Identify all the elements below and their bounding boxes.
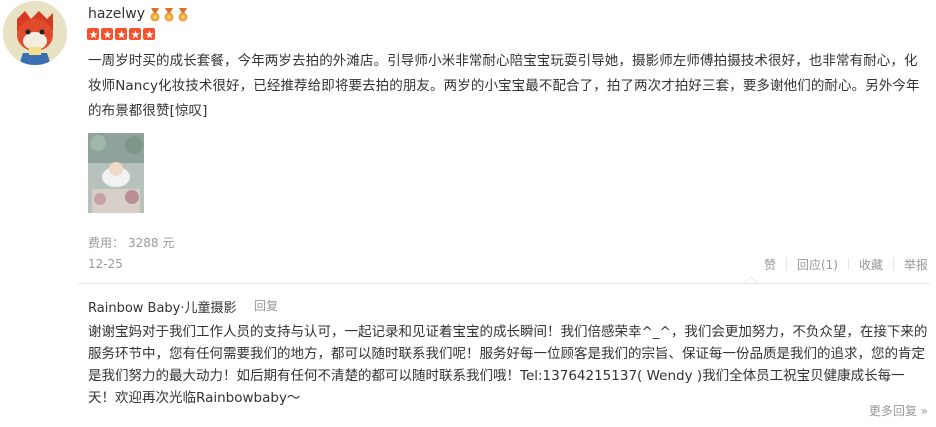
price-line: 费用： 3288 元: [88, 234, 178, 251]
review-photo-thumbnail[interactable]: [88, 133, 144, 213]
reply-tag: 回复: [254, 299, 279, 313]
user-avatar[interactable]: [3, 1, 67, 65]
star-icon: [87, 28, 99, 40]
price-value: 3288 元: [128, 236, 175, 250]
review-date: 12-25: [88, 257, 123, 271]
favorite-button[interactable]: 收藏: [849, 256, 893, 273]
like-button[interactable]: 赞: [754, 256, 786, 273]
review-actions: 赞 回应(1) 收藏 举报: [754, 256, 928, 273]
medal-icon: [178, 8, 188, 22]
star-icon: [101, 28, 113, 40]
reply-text: 谢谢宝妈对于我们工作人员的支持与认可，一起记录和见证着宝宝的成长瞬间！我们倍感荣…: [88, 324, 928, 406]
price-label: 费用：: [88, 236, 125, 250]
reply-count-button[interactable]: 回应(1): [787, 256, 848, 273]
report-button[interactable]: 举报: [894, 256, 928, 273]
review-text: 一周岁时买的成长套餐，今年两岁去拍的外滩店。引导师小米非常耐心陪宝宝玩耍引导她，…: [88, 53, 920, 119]
medal-icon: [150, 8, 160, 22]
merchant-reply: Rainbow Baby·儿童摄影 回复 谢谢宝妈对于我们工作人员的支持与认可，…: [78, 283, 930, 427]
star-icon: [115, 28, 127, 40]
review-username[interactable]: hazelwy: [88, 6, 145, 22]
reply-author[interactable]: Rainbow Baby·儿童摄影: [88, 297, 237, 316]
star-icon: [143, 28, 155, 40]
user-medals: [149, 8, 189, 22]
rating-stars: [87, 28, 155, 40]
medal-icon: [164, 8, 174, 22]
star-icon: [129, 28, 141, 40]
more-replies-link[interactable]: 更多回复 »: [869, 402, 928, 419]
